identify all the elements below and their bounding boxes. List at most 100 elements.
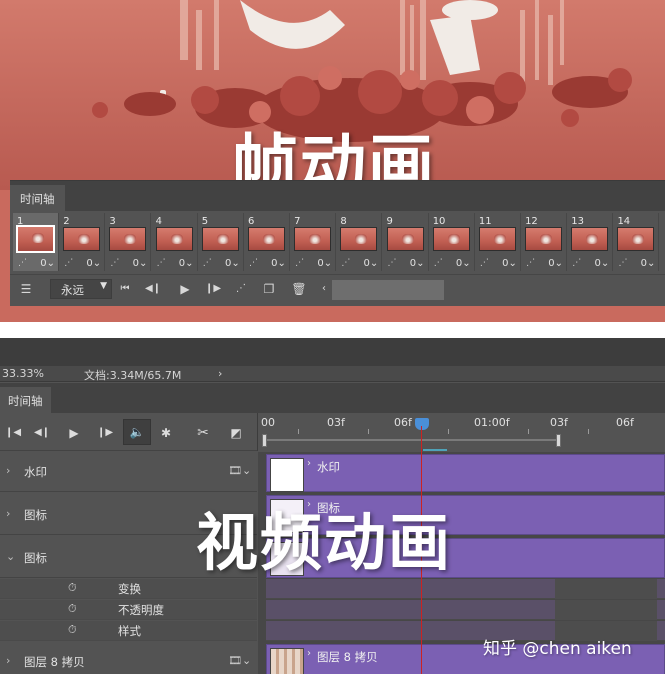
frame-options-icon[interactable]: ⋰ bbox=[64, 258, 73, 268]
property-track-empty bbox=[555, 600, 657, 620]
clip-watermark[interactable]: › 水印 bbox=[266, 454, 665, 492]
work-area-bar[interactable] bbox=[266, 439, 560, 441]
playhead[interactable] bbox=[415, 418, 429, 430]
stopwatch-icon[interactable]: ⏱ bbox=[68, 623, 77, 637]
frame-options-icon[interactable]: ⋰ bbox=[618, 258, 627, 268]
frame-options-icon[interactable]: ⋰ bbox=[572, 258, 581, 268]
ruler-label: 06f bbox=[394, 416, 412, 429]
frame-delay[interactable]: 0⌄ bbox=[548, 258, 563, 269]
tween-icon[interactable]: ⋰ bbox=[232, 280, 250, 298]
frame-delay[interactable]: 0⌄ bbox=[225, 258, 240, 269]
play-icon[interactable]: ▶ bbox=[176, 280, 194, 298]
panel-tab-strip: 时间轴 bbox=[0, 383, 665, 413]
chevron-right-icon[interactable]: › bbox=[307, 648, 311, 659]
frame-delay[interactable]: 0⌄ bbox=[410, 258, 425, 269]
property-name: 变换 bbox=[118, 582, 141, 596]
frame-options-icon[interactable]: ⋰ bbox=[341, 258, 350, 268]
next-frame-icon[interactable]: ❙▶ bbox=[95, 424, 115, 442]
animation-frame[interactable]: 10 ⋰ 0⌄ bbox=[429, 213, 475, 271]
frame-number: 12 bbox=[525, 216, 538, 227]
film-icon[interactable]: 🎞⌄ bbox=[228, 464, 251, 477]
stopwatch-icon[interactable]: ⏱ bbox=[68, 581, 77, 595]
animation-frame[interactable]: 1 ⋰ 0⌄ bbox=[13, 213, 59, 271]
layer-row[interactable]: › 水印 🎞⌄ bbox=[0, 452, 257, 492]
property-row[interactable]: ⏱ 样式 bbox=[0, 621, 257, 641]
audio-icon[interactable]: 🔈 bbox=[123, 419, 151, 445]
frame-options-icon[interactable]: ⋰ bbox=[295, 258, 304, 268]
chevron-right-icon[interactable]: › bbox=[307, 458, 311, 469]
loop-select[interactable]: 永远 ▼ bbox=[50, 279, 112, 299]
frame-delay-value: 0 bbox=[224, 258, 232, 269]
chevron-right-icon[interactable]: › bbox=[6, 464, 10, 477]
chevron-right-icon[interactable]: › bbox=[6, 654, 10, 667]
frame-delay[interactable]: 0⌄ bbox=[364, 258, 379, 269]
animation-frame[interactable]: 9 ⋰ 0⌄ bbox=[383, 213, 429, 271]
zoom-level[interactable]: 33.33% bbox=[2, 367, 44, 380]
first-frame-icon[interactable]: ⏮ bbox=[116, 280, 134, 298]
animation-frame[interactable]: 3 ⋰ 0⌄ bbox=[105, 213, 152, 271]
frame-animation-section: 帧动画 时间轴 1 ⋰ 0⌄ 2 ⋰ 0⌄ 3 ⋰ 0⌄ 4 ⋰ 0⌄ 5 ⋰ 0⌄ 6 ⋰ 0⌄ 7 ⋰ 0⌄ 8 ⋰ 0⌄… bbox=[0, 0, 665, 322]
gear-icon[interactable]: ✱ bbox=[156, 424, 176, 442]
frame-scrollbar[interactable] bbox=[332, 280, 444, 300]
tab-timeline[interactable]: 时间轴 bbox=[0, 387, 51, 413]
animation-frame[interactable]: 8 ⋰ 0⌄ bbox=[336, 213, 383, 271]
previous-frame-icon[interactable]: ◀❙ bbox=[144, 280, 162, 298]
frame-options-icon[interactable]: ⋰ bbox=[18, 258, 27, 268]
animation-frame[interactable]: 7 ⋰ 0⌄ bbox=[290, 213, 337, 271]
frame-delay[interactable]: 0⌄ bbox=[271, 258, 286, 269]
work-area-end-handle[interactable] bbox=[556, 434, 561, 447]
frame-options-icon[interactable]: ⋰ bbox=[110, 258, 119, 268]
property-row[interactable]: ⏱ 变换 bbox=[0, 579, 257, 599]
transition-icon[interactable]: ◩ bbox=[226, 424, 246, 442]
frame-delay-value: 0 bbox=[455, 258, 463, 269]
frame-delay[interactable]: 0⌄ bbox=[133, 258, 148, 269]
work-area-start-handle[interactable] bbox=[262, 434, 267, 447]
animation-frame[interactable]: 2 ⋰ 0⌄ bbox=[59, 213, 106, 271]
frame-options-icon[interactable]: ⋰ bbox=[526, 258, 535, 268]
frame-options-icon[interactable]: ⋰ bbox=[434, 258, 443, 268]
play-icon[interactable]: ▶ bbox=[64, 424, 84, 442]
scroll-left-icon[interactable]: ‹ bbox=[318, 280, 330, 298]
next-frame-icon[interactable]: ❙▶ bbox=[204, 280, 222, 298]
stopwatch-icon[interactable]: ⏱ bbox=[68, 602, 77, 616]
animation-frame[interactable]: 6 ⋰ 0⌄ bbox=[244, 213, 290, 271]
chevron-right-icon[interactable]: › bbox=[218, 367, 222, 380]
time-ruler[interactable]: 00 03f 06f 01:00f 03f 06f bbox=[257, 413, 665, 451]
frame-options-icon[interactable]: ⋰ bbox=[157, 258, 166, 268]
delete-frame-icon[interactable]: 🗑 bbox=[290, 280, 308, 298]
layer-row[interactable]: › 图层 8 拷贝 🎞⌄ bbox=[0, 642, 257, 674]
chevron-right-icon[interactable]: › bbox=[6, 507, 10, 520]
split-scissors-icon[interactable]: ✂ bbox=[193, 424, 213, 442]
frame-delay[interactable]: 0⌄ bbox=[641, 258, 656, 269]
animation-frame[interactable]: 12 ⋰ 0⌄ bbox=[521, 213, 568, 271]
duplicate-frame-icon[interactable]: ❐ bbox=[260, 280, 278, 298]
chevron-down-icon[interactable]: ⌄ bbox=[6, 550, 15, 563]
frame-options-icon[interactable]: ⋰ bbox=[203, 258, 212, 268]
frame-delay[interactable]: 0⌄ bbox=[594, 258, 609, 269]
property-track-empty bbox=[555, 579, 657, 599]
previous-frame-icon[interactable]: ◀❙ bbox=[32, 424, 52, 442]
frame-delay[interactable]: 0⌄ bbox=[40, 258, 55, 269]
frame-delay[interactable]: 0⌄ bbox=[317, 258, 332, 269]
animation-frame[interactable]: 14 ⋰ 0⌄ bbox=[613, 213, 660, 271]
frame-options-icon[interactable]: ⋰ bbox=[388, 258, 397, 268]
animation-frame[interactable]: 13 ⋰ 0⌄ bbox=[567, 213, 614, 271]
animation-frame[interactable]: 5 ⋰ 0⌄ bbox=[198, 213, 244, 271]
tab-timeline[interactable]: 时间轴 bbox=[10, 185, 65, 211]
property-row[interactable]: ⏱ 不透明度 bbox=[0, 600, 257, 620]
animation-frame[interactable]: 11 ⋰ 0⌄ bbox=[475, 213, 521, 271]
chevron-down-icon: ▼ bbox=[100, 281, 107, 291]
frame-delay[interactable]: 0⌄ bbox=[502, 258, 517, 269]
frame-options-icon[interactable]: ⋰ bbox=[480, 258, 489, 268]
property-name: 不透明度 bbox=[118, 603, 164, 617]
convert-to-video-timeline-icon[interactable]: ☰ bbox=[16, 280, 36, 298]
frame-delay[interactable]: 0⌄ bbox=[179, 258, 194, 269]
film-icon[interactable]: 🎞⌄ bbox=[228, 654, 251, 667]
frame-thumbnail bbox=[294, 227, 332, 251]
animation-frame[interactable]: 4 ⋰ 0⌄ bbox=[152, 213, 198, 271]
video-animation-section: 33.33% 文档:3.34M/65.7M › 时间轴 ❙◀ ◀❙ ▶ ❙▶ 🔈… bbox=[0, 338, 665, 674]
frame-options-icon[interactable]: ⋰ bbox=[249, 258, 258, 268]
first-frame-icon[interactable]: ❙◀ bbox=[3, 424, 23, 442]
frame-delay[interactable]: 0⌄ bbox=[86, 258, 101, 269]
frame-delay[interactable]: 0⌄ bbox=[456, 258, 471, 269]
